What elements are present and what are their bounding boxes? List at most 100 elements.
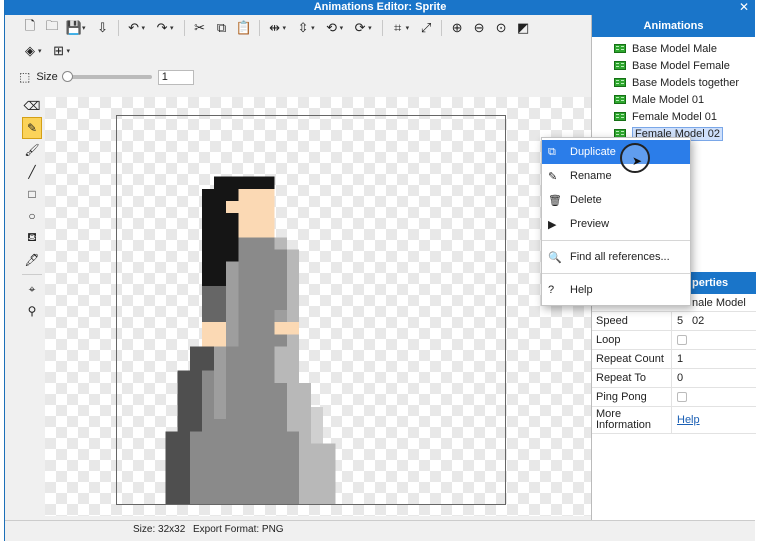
sprite-pixel [262, 431, 275, 444]
sprite-pixel [201, 334, 214, 347]
sprite-pixel [323, 455, 336, 468]
repeat-to-value[interactable]: 0 [672, 369, 683, 387]
menu-item-help[interactable]: ? Help [542, 278, 690, 302]
dropdown-arrow-icon[interactable]: ▾ [170, 24, 174, 32]
sprite-pixel [274, 407, 287, 420]
sprite-pixel [226, 188, 239, 201]
close-icon[interactable]: ✕ [739, 0, 749, 15]
dropdown-arrow-icon[interactable]: ▾ [340, 24, 344, 32]
sprite-pixel [286, 431, 299, 444]
sprite-pixel [298, 455, 311, 468]
sprite-pixel [214, 479, 227, 492]
canvas-area[interactable] [45, 97, 591, 516]
size-label: Size [36, 71, 58, 83]
dropdown-arrow-icon[interactable]: ▾ [82, 24, 86, 32]
size-slider-thumb[interactable] [61, 71, 73, 82]
brush-tool-icon[interactable]: 🖌 [22, 139, 42, 161]
sprite-pixel [274, 382, 287, 395]
cut-icon[interactable]: ✂ [189, 17, 211, 39]
sprite-pixel [226, 467, 239, 480]
sprite-pixel [262, 213, 275, 226]
sprite-pixel [311, 443, 324, 456]
repeat-count-value[interactable]: 1 [672, 350, 683, 368]
animation-item[interactable]: Male Model 01 [592, 91, 755, 108]
sprite-canvas[interactable] [116, 115, 506, 505]
sprite-pixel [165, 467, 178, 480]
sprite-pixel [238, 310, 251, 323]
menu-item-label: Rename [570, 170, 612, 182]
sprite-pixel [238, 382, 251, 395]
film-strip-icon [614, 78, 626, 87]
sprite-pixel [286, 261, 299, 274]
zoom-fit-icon[interactable]: ⊙ [490, 17, 512, 39]
menu-item-rename[interactable]: ✎ Rename [542, 164, 690, 188]
sprite-pixel [250, 176, 263, 189]
selection-icon[interactable]: ⬚ [19, 70, 30, 84]
sprite-pixel [311, 431, 324, 444]
size-input[interactable]: 1 [157, 69, 194, 85]
help-link[interactable]: Help [677, 414, 700, 426]
new-file-icon[interactable]: 🗋 [19, 17, 41, 39]
speed-value[interactable]: 5 [672, 312, 683, 330]
sprite-pixel [250, 407, 263, 420]
animation-item[interactable]: Base Models together [592, 74, 755, 91]
sprite-pixel [214, 491, 227, 504]
zoom-out-icon[interactable]: ⊖ [468, 17, 490, 39]
animation-item[interactable]: Female Model 01 [592, 108, 755, 125]
sprite-pixel [262, 346, 275, 359]
sprite-pixel [177, 491, 190, 504]
sprite-pixel [286, 443, 299, 456]
animation-item[interactable]: Base Model Male [592, 40, 755, 57]
resize-icon[interactable]: ⤢ [415, 17, 437, 39]
collision-mask-tool-icon[interactable]: ⚲ [22, 300, 42, 322]
sprite-pixel [262, 358, 275, 371]
sprite-pixel [250, 443, 263, 456]
sprite-pixel [274, 334, 287, 347]
eraser-tool-icon[interactable]: ⌫ [22, 95, 42, 117]
open-folder-icon[interactable]: 🗀 [41, 17, 63, 39]
origin-tool-icon[interactable]: ⌖ [22, 278, 42, 300]
sprite-pixel [238, 225, 251, 238]
line-tool-icon[interactable]: ╱ [22, 161, 42, 183]
sprite-pixel [262, 443, 275, 456]
loop-checkbox[interactable] [677, 335, 687, 345]
sprite-pixel [189, 382, 202, 395]
eyedropper-tool-icon[interactable]: 🖋 [22, 249, 42, 271]
menu-item-find-references[interactable]: 🔍 Find all references... [542, 245, 690, 269]
prop-row-speed: Speed 5 [592, 312, 756, 331]
size-slider[interactable] [61, 71, 152, 82]
dropdown-arrow-icon[interactable]: ▾ [368, 24, 372, 32]
paste-icon[interactable]: 📋 [233, 17, 255, 39]
menu-item-duplicate[interactable]: ⧉ Duplicate [542, 140, 690, 164]
ellipse-tool-icon[interactable]: ○ [22, 205, 42, 227]
zoom-in-icon[interactable]: ⊕ [446, 17, 468, 39]
menu-item-delete[interactable]: 🗑 Delete [542, 188, 690, 212]
dropdown-arrow-icon[interactable]: ▾ [142, 24, 146, 32]
animation-item[interactable]: Base Model Female [592, 57, 755, 74]
copy-icon[interactable]: ⧉ [211, 17, 233, 39]
sprite-pixel [262, 479, 275, 492]
sprite-pixel [226, 225, 239, 238]
animations-panel-header: Animations [592, 15, 755, 37]
zoom-actual-icon[interactable]: ◩ [512, 17, 534, 39]
menu-item-preview[interactable]: ▶ Preview [542, 212, 690, 236]
ping-pong-checkbox[interactable] [677, 392, 687, 402]
dropdown-arrow-icon[interactable]: ▾ [283, 24, 287, 32]
sprite-pixel [214, 200, 227, 213]
sprite-pixel [238, 479, 251, 492]
dropdown-arrow-icon[interactable]: ▾ [406, 24, 410, 32]
film-strip-icon [614, 112, 626, 121]
sprite-pixel [214, 237, 227, 250]
pencil-tool-icon[interactable]: ✎ [22, 117, 42, 139]
sprite-pixel [189, 358, 202, 371]
fill-tool-icon[interactable]: ⛾ [22, 227, 42, 249]
dropdown-arrow-icon[interactable]: ▾ [311, 24, 315, 32]
import-icon[interactable]: ⇩ [92, 17, 114, 39]
dropdown-arrow-icon[interactable]: ▾ [67, 47, 71, 55]
rectangle-tool-icon[interactable]: □ [22, 183, 42, 205]
sprite-pixel [201, 249, 214, 262]
dropdown-arrow-icon[interactable]: ▾ [38, 47, 42, 55]
tool-palette: ⌫ ✎ 🖌 ╱ □ ○ ⛾ 🖋 ⌖ ⚲ [22, 95, 42, 322]
sprite-pixel [238, 237, 251, 250]
sprite-pixel [226, 443, 239, 456]
